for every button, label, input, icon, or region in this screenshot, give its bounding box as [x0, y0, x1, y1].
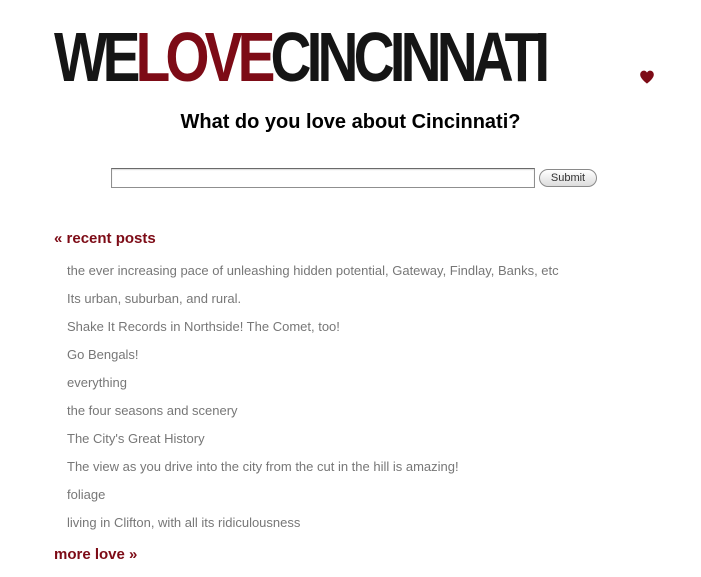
post-item: the four seasons and scenery — [67, 403, 238, 418]
post-item: Go Bengals! — [67, 347, 139, 362]
post-item: living in Clifton, with all its ridiculo… — [67, 515, 301, 530]
heart-icon — [640, 70, 654, 84]
post-item: foliage — [67, 487, 106, 502]
post-item: The view as you drive into the city from… — [67, 459, 459, 474]
love-text-input[interactable] — [111, 168, 535, 188]
post-item: the ever increasing pace of unleashing h… — [67, 263, 559, 278]
post-item: Shake It Records in Northside! The Comet… — [67, 319, 340, 334]
logo-we: WE — [54, 18, 140, 96]
post-item: everything — [67, 375, 127, 390]
logo-cincinnati: CINCINNATI — [270, 18, 551, 96]
recent-posts-list: the ever increasing pace of unleashing h… — [67, 261, 559, 541]
logo-love: LOVE — [135, 18, 276, 96]
page-tagline: What do you love about Cincinnati? — [180, 111, 521, 133]
recent-posts-link[interactable]: « recent posts — [54, 230, 156, 248]
submit-button[interactable]: Submit — [539, 169, 597, 187]
post-item: Its urban, suburban, and rural. — [67, 291, 242, 306]
more-love-link[interactable]: more love » — [54, 546, 137, 564]
post-item: The City's Great History — [67, 431, 205, 446]
site-logo[interactable]: WELOVECINCINNATI — [54, 22, 550, 92]
